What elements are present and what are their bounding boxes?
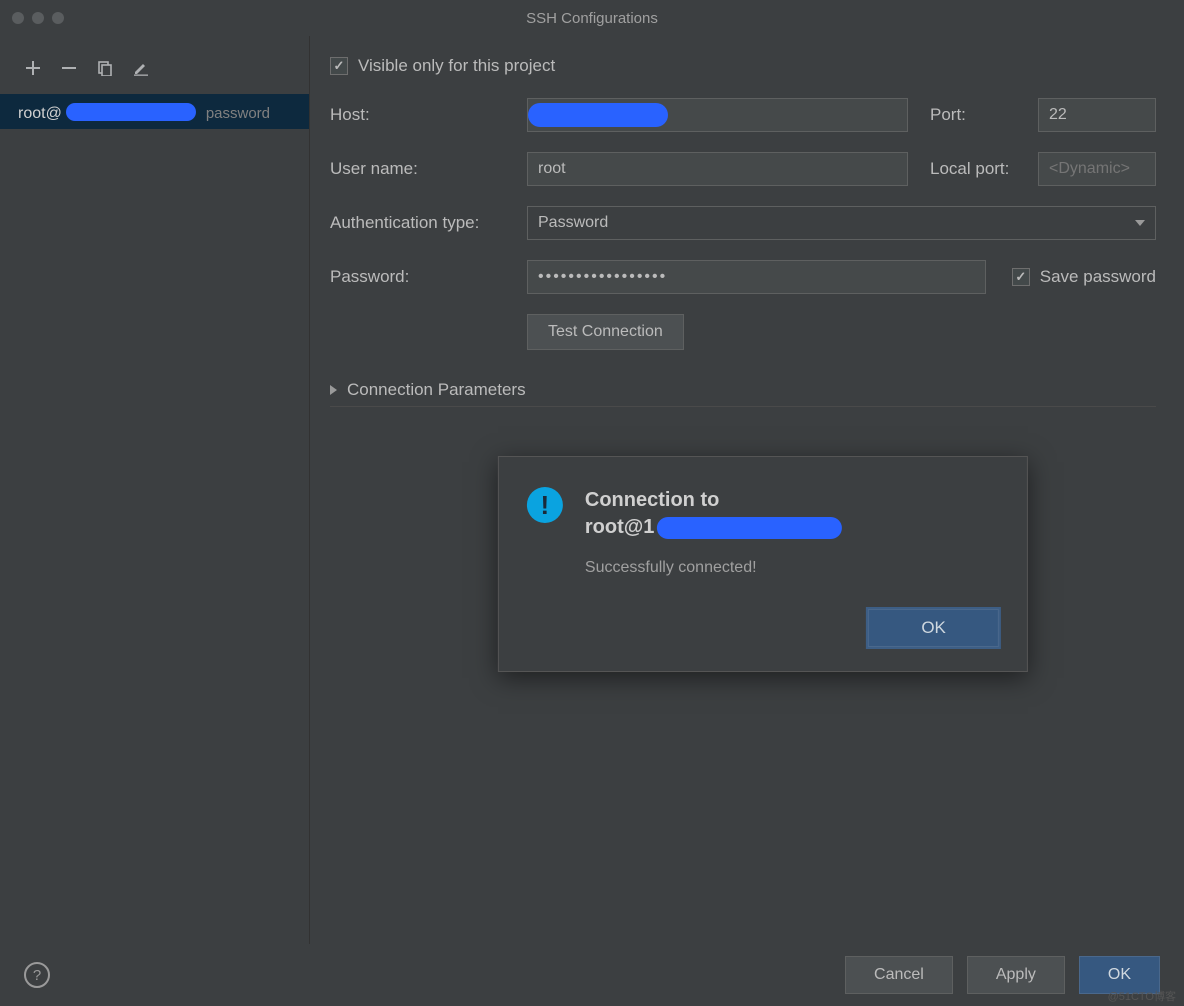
- config-item-user: root@: [18, 105, 62, 123]
- save-password-checkbox[interactable]: [1012, 268, 1030, 286]
- cancel-button[interactable]: Cancel: [845, 956, 953, 994]
- help-button[interactable]: ?: [24, 962, 50, 988]
- visible-only-row: Visible only for this project: [330, 56, 1156, 76]
- username-label: User name:: [330, 159, 515, 179]
- add-icon[interactable]: [24, 59, 42, 77]
- connection-parameters-toggle[interactable]: Connection Parameters: [330, 374, 1156, 407]
- sidebar-toolbar: [0, 54, 309, 82]
- sidebar: root@ password: [0, 36, 310, 944]
- password-input[interactable]: •••••••••••••••••: [527, 260, 986, 294]
- port-label: Port:: [930, 105, 1026, 125]
- visible-only-checkbox[interactable]: [330, 57, 348, 75]
- auth-type-value: Password: [538, 214, 608, 232]
- password-label: Password:: [330, 267, 515, 287]
- window-title: SSH Configurations: [526, 10, 658, 27]
- connection-parameters-label: Connection Parameters: [347, 380, 526, 400]
- save-password-label: Save password: [1040, 267, 1156, 287]
- close-window-icon[interactable]: [12, 12, 24, 24]
- auth-type-select[interactable]: Password: [527, 206, 1156, 240]
- host-input[interactable]: [527, 98, 908, 132]
- info-icon: !: [527, 487, 563, 523]
- host-label: Host:: [330, 105, 515, 125]
- config-item[interactable]: root@ password: [0, 94, 309, 129]
- copy-icon[interactable]: [96, 59, 114, 77]
- username-input[interactable]: [527, 152, 908, 186]
- triangle-right-icon: [330, 385, 337, 395]
- config-list: root@ password: [0, 94, 309, 129]
- username-row: User name: Local port:: [330, 152, 1156, 186]
- dialog-ok-button[interactable]: OK: [868, 609, 999, 647]
- port-input[interactable]: [1038, 98, 1156, 132]
- local-port-label: Local port:: [930, 159, 1026, 179]
- password-row: Password: ••••••••••••••••• Save passwor…: [330, 260, 1156, 294]
- auth-type-row: Authentication type: Password: [330, 206, 1156, 240]
- titlebar: SSH Configurations: [0, 0, 1184, 36]
- minimize-window-icon[interactable]: [32, 12, 44, 24]
- connection-result-dialog: ! Connection to root@1 Successfully conn…: [498, 456, 1028, 672]
- save-password-row: Save password: [1012, 267, 1156, 287]
- form-area: Visible only for this project Host: Port…: [310, 36, 1184, 944]
- config-item-auth: password: [206, 105, 270, 122]
- bottom-bar: ? Cancel Apply OK: [0, 944, 1184, 1006]
- auth-type-label: Authentication type:: [330, 213, 515, 233]
- dialog-message: Successfully connected!: [585, 559, 999, 577]
- local-port-input[interactable]: [1038, 152, 1156, 186]
- dialog-title: Connection to root@1: [585, 487, 999, 541]
- watermark: @51CTO博客: [1108, 988, 1176, 1004]
- dialog-body: ! Connection to root@1 Successfully conn…: [527, 487, 999, 577]
- redacted-connection-host: [656, 517, 841, 539]
- visible-only-label: Visible only for this project: [358, 56, 555, 76]
- password-masked: •••••••••••••••••: [538, 268, 667, 286]
- dialog-footer: OK: [527, 609, 999, 647]
- window-controls: [0, 12, 64, 24]
- main-area: root@ password Visible only for this pro…: [0, 36, 1184, 944]
- chevron-down-icon: [1135, 220, 1145, 226]
- test-connection-row: Test Connection: [527, 314, 1156, 350]
- apply-button[interactable]: Apply: [967, 956, 1065, 994]
- edit-icon[interactable]: [132, 59, 150, 77]
- redacted-host: [66, 103, 196, 121]
- dialog-text: Connection to root@1 Successfully connec…: [585, 487, 999, 577]
- remove-icon[interactable]: [60, 59, 78, 77]
- maximize-window-icon[interactable]: [52, 12, 64, 24]
- test-connection-button[interactable]: Test Connection: [527, 314, 684, 350]
- host-row: Host: Port:: [330, 98, 1156, 132]
- redacted-host-value: [528, 103, 668, 127]
